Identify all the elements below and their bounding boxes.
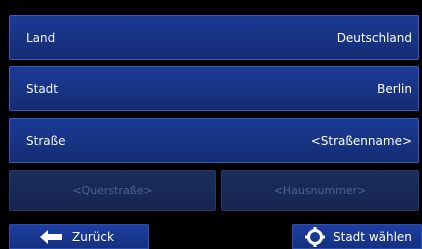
- street-field[interactable]: Straße <Straßenname>: [9, 118, 419, 163]
- country-field[interactable]: Land Deutschland: [9, 15, 419, 60]
- select-city-button[interactable]: Stadt wählen: [292, 224, 422, 249]
- city-value: Berlin: [377, 81, 412, 96]
- country-value: Deutschland: [336, 30, 412, 45]
- back-button-label: Zurück: [72, 229, 114, 244]
- back-button[interactable]: Zurück: [9, 224, 149, 249]
- cross-street-field: <Querstraße>: [9, 170, 216, 211]
- street-label: Straße: [26, 133, 66, 148]
- crosshair-icon: [305, 226, 325, 247]
- country-label: Land: [26, 30, 56, 45]
- city-label: Stadt: [26, 81, 58, 96]
- house-number-field: <Hausnummer>: [221, 170, 419, 211]
- cross-street-placeholder: <Querstraße>: [72, 184, 153, 197]
- select-city-label: Stadt wählen: [333, 229, 412, 244]
- arrow-left-icon: [40, 229, 62, 244]
- street-value: <Straßenname>: [310, 133, 412, 148]
- city-field[interactable]: Stadt Berlin: [9, 66, 419, 111]
- house-number-placeholder: <Hausnummer>: [273, 184, 367, 197]
